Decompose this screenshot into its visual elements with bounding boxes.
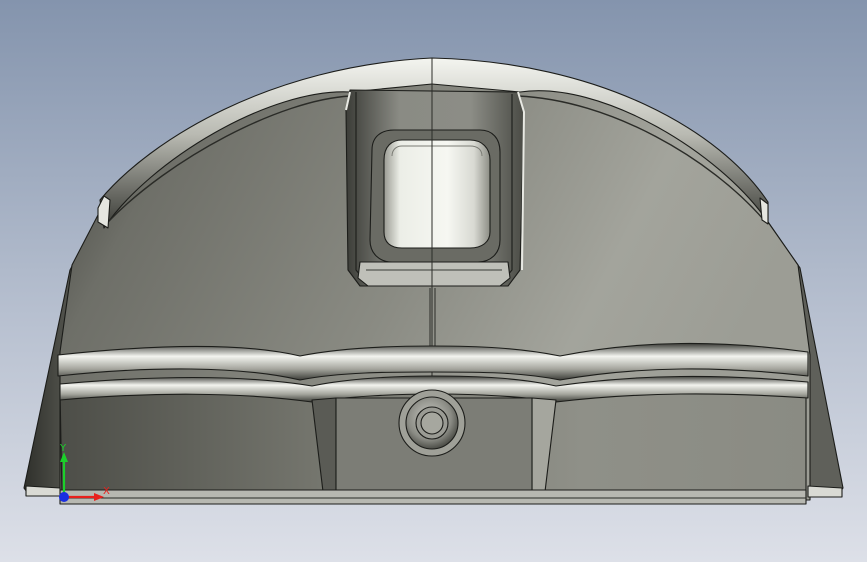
z-axis-dot	[59, 492, 69, 502]
y-axis-label: Y	[59, 443, 67, 454]
base-foot-left	[25, 485, 61, 497]
viewport-canvas[interactable]: Y X	[0, 0, 867, 562]
x-axis-label: X	[103, 486, 110, 497]
base-foot-right	[807, 485, 843, 498]
base-plate	[59, 489, 807, 505]
connector-hub[interactable]	[420, 411, 444, 435]
top-button[interactable]	[383, 139, 491, 249]
pocket-ledge	[357, 261, 511, 287]
3d-viewport[interactable]: Y X	[0, 0, 867, 562]
